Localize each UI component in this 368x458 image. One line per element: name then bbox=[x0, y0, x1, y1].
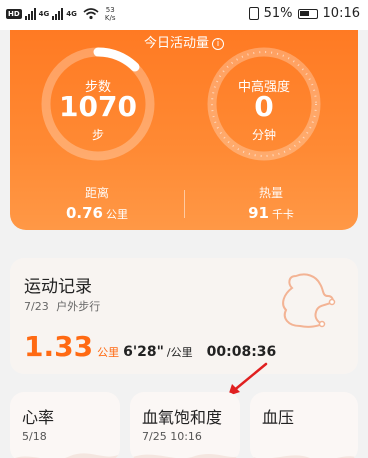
intensity-ring[interactable]: 中高强度 0 分钟 bbox=[206, 46, 322, 162]
exercise-distance-unit: 公里 bbox=[97, 346, 120, 359]
signal-strength-icon bbox=[24, 8, 36, 20]
steps-value: 1070 bbox=[59, 90, 137, 123]
calories-value: 91 bbox=[248, 204, 269, 222]
calories-stat: 热量 91 千卡 bbox=[184, 184, 358, 222]
blood-oxygen-title: 血氧饱和度 bbox=[142, 408, 223, 427]
status-bar: HD 4G 4G 53 K/s 51% 10:16 bbox=[0, 0, 368, 30]
blood-oxygen-date: 7/25 10:16 bbox=[142, 430, 202, 443]
clock: 10:16 bbox=[322, 6, 360, 21]
route-map-icon bbox=[282, 273, 336, 328]
exercise-pace: 6'28" bbox=[123, 344, 164, 360]
calories-unit: 千卡 bbox=[271, 208, 294, 221]
intensity-unit: 分钟 bbox=[251, 128, 276, 142]
heart-rate-date: 5/18 bbox=[22, 430, 47, 443]
vibrate-icon bbox=[248, 7, 259, 20]
network-type-2: 4G bbox=[66, 10, 77, 18]
steps-unit: 步 bbox=[91, 128, 104, 142]
heart-rate-card[interactable]: 心率 5/18 bbox=[10, 392, 120, 458]
heart-rate-title: 心率 bbox=[22, 408, 55, 427]
calories-label: 热量 bbox=[258, 186, 283, 200]
exercise-record-title: 运动记录 bbox=[24, 277, 92, 297]
exercise-pace-unit: /公里 bbox=[166, 346, 193, 359]
wave-decoration-icon bbox=[15, 453, 120, 458]
battery-icon bbox=[297, 8, 318, 19]
steps-ring[interactable]: 步数 1070 步 bbox=[40, 46, 156, 162]
wave-decoration-icon bbox=[250, 455, 358, 458]
blood-pressure-title: 血压 bbox=[262, 408, 295, 427]
signal-strength-icon bbox=[52, 8, 64, 20]
exercise-distance: 1.33 bbox=[24, 330, 94, 363]
battery-percent: 51% bbox=[263, 6, 293, 21]
exercise-type: 户外步行 bbox=[56, 300, 101, 313]
distance-unit: 公里 bbox=[106, 208, 128, 221]
exercise-stats: 1.33 公里 6'28" /公里 00:08:36 bbox=[24, 330, 276, 363]
network-speed: 53 K/s bbox=[104, 6, 116, 22]
distance-label: 距离 bbox=[84, 186, 109, 200]
wifi-icon bbox=[83, 8, 99, 20]
exercise-record-card[interactable]: 运动记录 7/23 户外步行 1.33 公里 6'28" /公里 00:08:3… bbox=[10, 258, 358, 374]
distance-stat: 距离 0.76 公里 bbox=[10, 184, 184, 222]
hd-indicator: HD bbox=[6, 9, 22, 19]
exercise-record-subtitle: 7/23 户外步行 bbox=[24, 298, 100, 314]
intensity-value: 0 bbox=[254, 90, 274, 123]
exercise-duration: 00:08:36 bbox=[206, 344, 277, 360]
blood-pressure-card[interactable]: 血压 bbox=[250, 392, 358, 458]
blood-oxygen-card[interactable]: 血氧饱和度 7/25 10:16 bbox=[130, 392, 240, 458]
daily-activity-card[interactable]: 今日活动量 i 步数 1070 步 中高强度 0 分钟 距离 0.76 公里 热量 … bbox=[10, 30, 358, 230]
activity-summary: 距离 0.76 公里 热量 91 千卡 bbox=[10, 184, 358, 224]
exercise-date: 7/23 bbox=[24, 300, 49, 313]
network-type-1: 4G bbox=[38, 10, 50, 18]
distance-value: 0.76 bbox=[65, 204, 103, 222]
wave-decoration-icon bbox=[130, 454, 240, 458]
